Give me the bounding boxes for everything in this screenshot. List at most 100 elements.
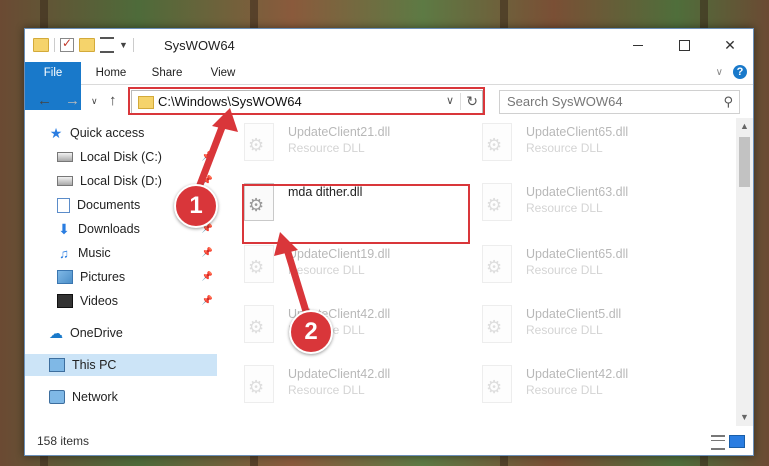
properties-check-icon[interactable] — [60, 36, 74, 52]
tab-home[interactable]: Home — [85, 62, 137, 84]
documents-icon — [57, 197, 70, 213]
file-type: Resource DLL — [526, 263, 603, 277]
sidebar-item-label: OneDrive — [70, 326, 123, 340]
minimize-icon — [633, 45, 643, 46]
navigation-pane: ★ Quick access Local Disk (C:) 📌 Local D… — [25, 118, 217, 426]
dll-file-icon — [482, 245, 512, 283]
tab-view[interactable]: View — [201, 62, 245, 84]
dll-file-icon — [244, 365, 274, 403]
sidebar-item-label: Pictures — [80, 270, 126, 284]
sidebar-item-onedrive[interactable]: ☁ OneDrive — [25, 322, 217, 344]
pin-icon[interactable]: 📌 — [202, 151, 213, 162]
videos-icon — [57, 294, 73, 308]
tiles-view-icon[interactable] — [729, 435, 745, 448]
file-item[interactable]: UpdateClient19.dll Resource DLL — [238, 242, 466, 290]
item-count: 158 items — [37, 434, 90, 448]
file-type: Resource DLL — [526, 383, 603, 397]
file-type: Resource DLL — [526, 141, 603, 155]
file-name: UpdateClient65.dll — [526, 125, 629, 139]
maximize-button[interactable] — [661, 29, 707, 62]
file-name: UpdateClient63.dll — [526, 185, 629, 199]
file-item[interactable]: UpdateClient65.dll Resource DLL — [476, 242, 704, 290]
help-icon[interactable]: ? — [733, 65, 747, 79]
file-name: UpdateClient65.dll — [526, 247, 629, 261]
cloud-icon: ☁ — [49, 324, 63, 341]
expand-ribbon-icon[interactable]: ∨ — [716, 67, 723, 78]
star-icon: ★ — [49, 124, 63, 141]
folder-icon — [33, 38, 49, 52]
sidebar-item-pictures[interactable]: Pictures 📌 — [25, 266, 217, 288]
customize-toolbar-icon[interactable]: ▼ — [119, 40, 128, 50]
view-properties-icon[interactable] — [100, 37, 114, 53]
status-bar: 158 items — [25, 428, 753, 455]
sidebar-item-quick-access[interactable]: ★ Quick access — [25, 122, 217, 144]
music-icon: ♫ — [59, 245, 69, 261]
file-name: UpdateClient42.dll — [526, 367, 629, 381]
file-item[interactable]: UpdateClient21.dll Resource DLL — [238, 120, 466, 168]
new-folder-icon[interactable] — [79, 38, 95, 52]
scroll-up-icon[interactable]: ▲ — [736, 118, 753, 135]
file-item[interactable]: UpdateClient65.dll Resource DLL — [476, 120, 704, 168]
disk-icon — [57, 176, 73, 186]
scroll-down-icon[interactable]: ▼ — [736, 409, 753, 426]
sidebar-item-videos[interactable]: Videos 📌 — [25, 290, 217, 312]
dll-file-icon — [482, 365, 512, 403]
sidebar-item-label: This PC — [72, 358, 117, 372]
close-icon: ✕ — [724, 37, 736, 53]
network-icon — [49, 390, 65, 404]
sidebar-item-label: Local Disk (D:) — [80, 174, 162, 188]
back-arrow-icon[interactable]: ← — [37, 92, 52, 109]
vertical-scrollbar[interactable]: ▲ ▼ — [736, 118, 753, 426]
callout-badge-2: 2 — [289, 310, 333, 354]
sidebar-item-label: Music — [78, 246, 111, 260]
maximize-icon — [678, 40, 690, 51]
close-button[interactable]: ✕ — [707, 29, 753, 62]
sidebar-item-network[interactable]: Network — [25, 386, 217, 408]
sidebar-item-music[interactable]: ♫ Music 📌 — [25, 242, 217, 264]
sidebar-item-label: Videos — [80, 294, 118, 308]
dll-file-icon — [244, 245, 274, 283]
file-name: UpdateClient42.dll — [288, 367, 391, 381]
file-item[interactable]: UpdateClient5.dll Resource DLL — [476, 302, 704, 350]
scrollbar-thumb[interactable] — [739, 137, 750, 187]
pin-icon[interactable]: 📌 — [202, 247, 213, 258]
sidebar-item-label: Local Disk (C:) — [80, 150, 162, 164]
callout-badge-1: 1 — [174, 184, 218, 228]
sidebar-item-label: Downloads — [78, 222, 140, 236]
forward-arrow-icon[interactable]: → — [65, 92, 80, 109]
search-icon[interactable]: ⚲ — [723, 94, 733, 110]
up-arrow-icon[interactable]: ↑ — [109, 92, 117, 109]
window-title: SysWOW64 — [164, 38, 235, 53]
file-item[interactable]: UpdateClient42.dll Resource DLL — [238, 362, 466, 410]
recent-locations-icon[interactable]: ∨ — [91, 96, 98, 107]
file-name: UpdateClient21.dll — [288, 125, 391, 139]
file-type: Resource DLL — [288, 383, 365, 397]
pictures-icon — [57, 270, 73, 284]
sidebar-item-local-disk-c[interactable]: Local Disk (C:) 📌 — [25, 146, 217, 168]
minimize-button[interactable] — [615, 29, 661, 62]
dll-file-icon — [482, 123, 512, 161]
downloads-icon: ⬇ — [58, 220, 70, 237]
details-view-icon[interactable] — [711, 435, 725, 450]
sidebar-item-label: Quick access — [70, 126, 145, 140]
file-name: UpdateClient5.dll — [526, 307, 622, 321]
tab-share[interactable]: Share — [143, 62, 191, 84]
dll-file-icon — [244, 305, 274, 343]
file-item[interactable]: UpdateClient42.dll Resource DLL — [476, 362, 704, 410]
file-item[interactable]: UpdateClient42.dll Resource DLL — [238, 302, 466, 350]
search-input[interactable]: Search SysWOW64 ⚲ — [499, 90, 740, 114]
sidebar-item-label: Network — [72, 390, 118, 404]
ribbon-tabs: File Home Share View ∨ ? — [25, 62, 753, 110]
file-type: Resource DLL — [526, 323, 603, 337]
search-placeholder: Search SysWOW64 — [507, 94, 623, 109]
dll-file-icon — [482, 305, 512, 343]
sidebar-item-this-pc[interactable]: This PC — [25, 354, 217, 376]
dll-file-icon — [482, 183, 512, 221]
file-highlight — [242, 184, 470, 244]
pin-icon[interactable]: 📌 — [202, 271, 213, 282]
file-item[interactable]: UpdateClient63.dll Resource DLL — [476, 180, 704, 228]
file-name: UpdateClient19.dll — [288, 247, 391, 261]
pin-icon[interactable]: 📌 — [202, 295, 213, 306]
file-list: UpdateClient21.dll Resource DLL mda dith… — [218, 118, 734, 426]
file-type: Resource DLL — [288, 263, 365, 277]
